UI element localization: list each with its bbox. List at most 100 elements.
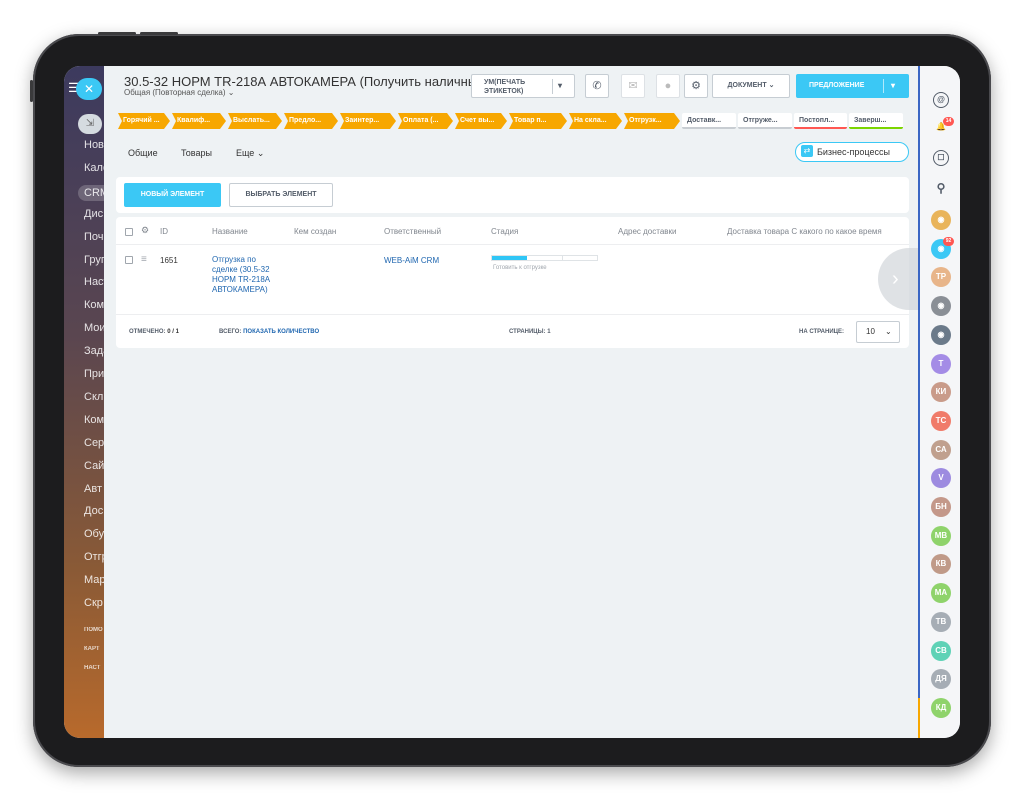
messenger-icon: ●	[664, 80, 672, 92]
nav-item[interactable]: Скл	[84, 391, 104, 407]
contact-avatar[interactable]: КД	[931, 697, 951, 718]
column-name[interactable]: Название	[212, 227, 248, 236]
close-icon: ✕	[83, 82, 95, 96]
row-menu-icon[interactable]: ≡	[141, 254, 147, 265]
nav-item[interactable]: Мар	[84, 574, 104, 590]
chat-list-icon[interactable]: ☐	[933, 150, 949, 166]
nav-item[interactable]: Дис	[84, 208, 104, 224]
nav-item[interactable]: Мои	[84, 322, 104, 338]
row-responsible-link[interactable]: WEB-AiM CRM	[384, 256, 439, 265]
stage-11[interactable]: Доставк...	[682, 113, 736, 129]
nav-item[interactable]: Наст	[84, 276, 104, 292]
nav-item[interactable]: Ком	[84, 414, 104, 430]
gear-icon: ⚙	[691, 80, 701, 92]
stage-12[interactable]: Отгруже...	[738, 113, 792, 129]
business-processes-button[interactable]: ⇄ Бизнес-процессы	[795, 142, 909, 162]
grid-settings-icon[interactable]: ⚙	[141, 225, 149, 236]
column-delivery-time[interactable]: Доставка товара С какого по какое время	[727, 227, 882, 236]
stage-7[interactable]: Счет вы...	[455, 113, 507, 129]
column-created-by[interactable]: Кем создан	[294, 227, 336, 236]
nav-item[interactable]: Отгр	[84, 551, 104, 567]
contact-avatar[interactable]: ◉	[931, 296, 951, 317]
contact-avatar[interactable]: СВ	[931, 640, 951, 661]
nav-item[interactable]: Зада	[84, 345, 104, 361]
stage-3[interactable]: Выслать...	[228, 113, 282, 129]
print-labels-button[interactable]: УМ(ПЕЧАТЬ ЭТИКЕТОК) ▾	[471, 74, 575, 98]
skype-button[interactable]: ●	[656, 74, 680, 98]
divider	[552, 79, 553, 94]
chevron-down-icon[interactable]: ▾	[891, 74, 895, 98]
nav-item[interactable]: Ком	[84, 299, 104, 315]
contact-avatar[interactable]: МА	[931, 583, 951, 604]
row-checkbox[interactable]	[125, 256, 133, 264]
contact-avatar[interactable]: ТР	[931, 267, 951, 288]
document-button[interactable]: ДОКУМЕНТ ⌄	[712, 74, 790, 98]
stage-10[interactable]: Отгрузк...	[624, 113, 680, 129]
per-page-select[interactable]: 10 ⌄	[856, 321, 900, 343]
deal-category[interactable]: Общая (Повторная сделка) ⌄	[124, 88, 234, 97]
at-icon[interactable]: @	[933, 92, 949, 108]
show-count-link[interactable]: ПОКАЗАТЬ КОЛИЧЕСТВО	[243, 329, 319, 335]
divider	[116, 244, 909, 245]
chevron-down-icon[interactable]: ▾	[558, 81, 562, 90]
contact-avatar[interactable]: СА	[931, 439, 951, 460]
contact-avatar[interactable]: ◉	[931, 210, 951, 230]
select-all-checkbox[interactable]	[125, 228, 133, 236]
stage-5[interactable]: Заинтер...	[340, 113, 396, 129]
contact-avatar[interactable]: БН	[931, 497, 951, 517]
nav-item[interactable]: Сай	[84, 460, 104, 476]
nav-item[interactable]: Кале	[84, 162, 104, 178]
call-button[interactable]: ✆	[585, 74, 609, 98]
nav-item[interactable]: Авт	[84, 483, 104, 499]
column-delivery-address[interactable]: Адрес доставки	[618, 227, 676, 236]
column-stage[interactable]: Стадия	[491, 227, 518, 236]
stage-8[interactable]: Товар п...	[509, 113, 567, 129]
collapse-menu-button[interactable]: ⇲	[78, 114, 102, 134]
stage-2[interactable]: Квалиф...	[172, 113, 226, 129]
stage-4[interactable]: Предло...	[284, 113, 338, 129]
stage-13[interactable]: Постопл...	[794, 113, 847, 129]
nav-item[interactable]: Сер	[84, 437, 104, 453]
tab-goods[interactable]: Товары	[181, 148, 212, 158]
nav-footer-item[interactable]: КАРТ	[84, 646, 104, 652]
select-element-button[interactable]: ВЫБРАТЬ ЭЛЕМЕНТ	[229, 183, 333, 207]
new-element-button[interactable]: НОВЫЙ ЭЛЕМЕНТ	[124, 183, 221, 207]
contact-avatar[interactable]: Т	[931, 353, 951, 374]
nav-item[interactable]: CRM	[78, 184, 104, 201]
settings-button[interactable]: ⚙	[684, 74, 708, 98]
contact-avatar[interactable]: МВ	[931, 525, 951, 546]
contact-avatar[interactable]: ТС	[931, 410, 951, 431]
hardware-button	[98, 32, 136, 35]
nav-item[interactable]: Скр	[84, 597, 104, 613]
nav-item[interactable]: Нов	[84, 139, 104, 155]
stage-14[interactable]: Заверш...	[849, 113, 903, 129]
nav-item[interactable]: Груп	[84, 254, 104, 270]
nav-item[interactable]: Обу	[84, 528, 104, 544]
phone-icon: ✆	[592, 80, 602, 92]
nav-item[interactable]: При	[84, 368, 104, 384]
tab-more[interactable]: Еще ⌄	[236, 148, 264, 159]
contact-avatar[interactable]: V	[931, 468, 951, 489]
hardware-button	[30, 80, 33, 102]
contact-avatar[interactable]: ТВ	[931, 611, 951, 632]
stage-6[interactable]: Оплата (...	[398, 113, 453, 129]
stage-1[interactable]: Горячий ...	[118, 113, 170, 129]
stage-progress-fill	[492, 256, 527, 260]
search-icon[interactable]: ⚲	[933, 182, 949, 198]
nav-footer-item[interactable]: ПОМО	[84, 627, 104, 633]
contact-avatar[interactable]: КИ	[931, 382, 951, 403]
email-button[interactable]: ✉	[621, 74, 645, 98]
tab-general[interactable]: Общие	[128, 148, 158, 158]
column-responsible[interactable]: Ответственный	[384, 227, 441, 236]
contact-avatar[interactable]: КВ	[931, 554, 951, 575]
column-id[interactable]: ID	[160, 227, 168, 236]
contact-avatar[interactable]: ◉	[931, 324, 951, 345]
nav-item[interactable]: Дос	[84, 505, 104, 521]
stage-9[interactable]: На скла...	[569, 113, 622, 129]
nav-item[interactable]: Поч	[84, 231, 104, 247]
row-name-link[interactable]: Отгрузка по сделке (30.5-32 НОРМ TR-218А…	[212, 255, 278, 295]
close-slider-button[interactable]: ✕	[76, 78, 102, 100]
nav-footer-item[interactable]: НАСТ	[84, 665, 104, 671]
contact-avatar[interactable]: ДЯ	[931, 669, 951, 690]
offer-button[interactable]: ПРЕДЛОЖЕНИЕ ▾	[796, 74, 909, 98]
